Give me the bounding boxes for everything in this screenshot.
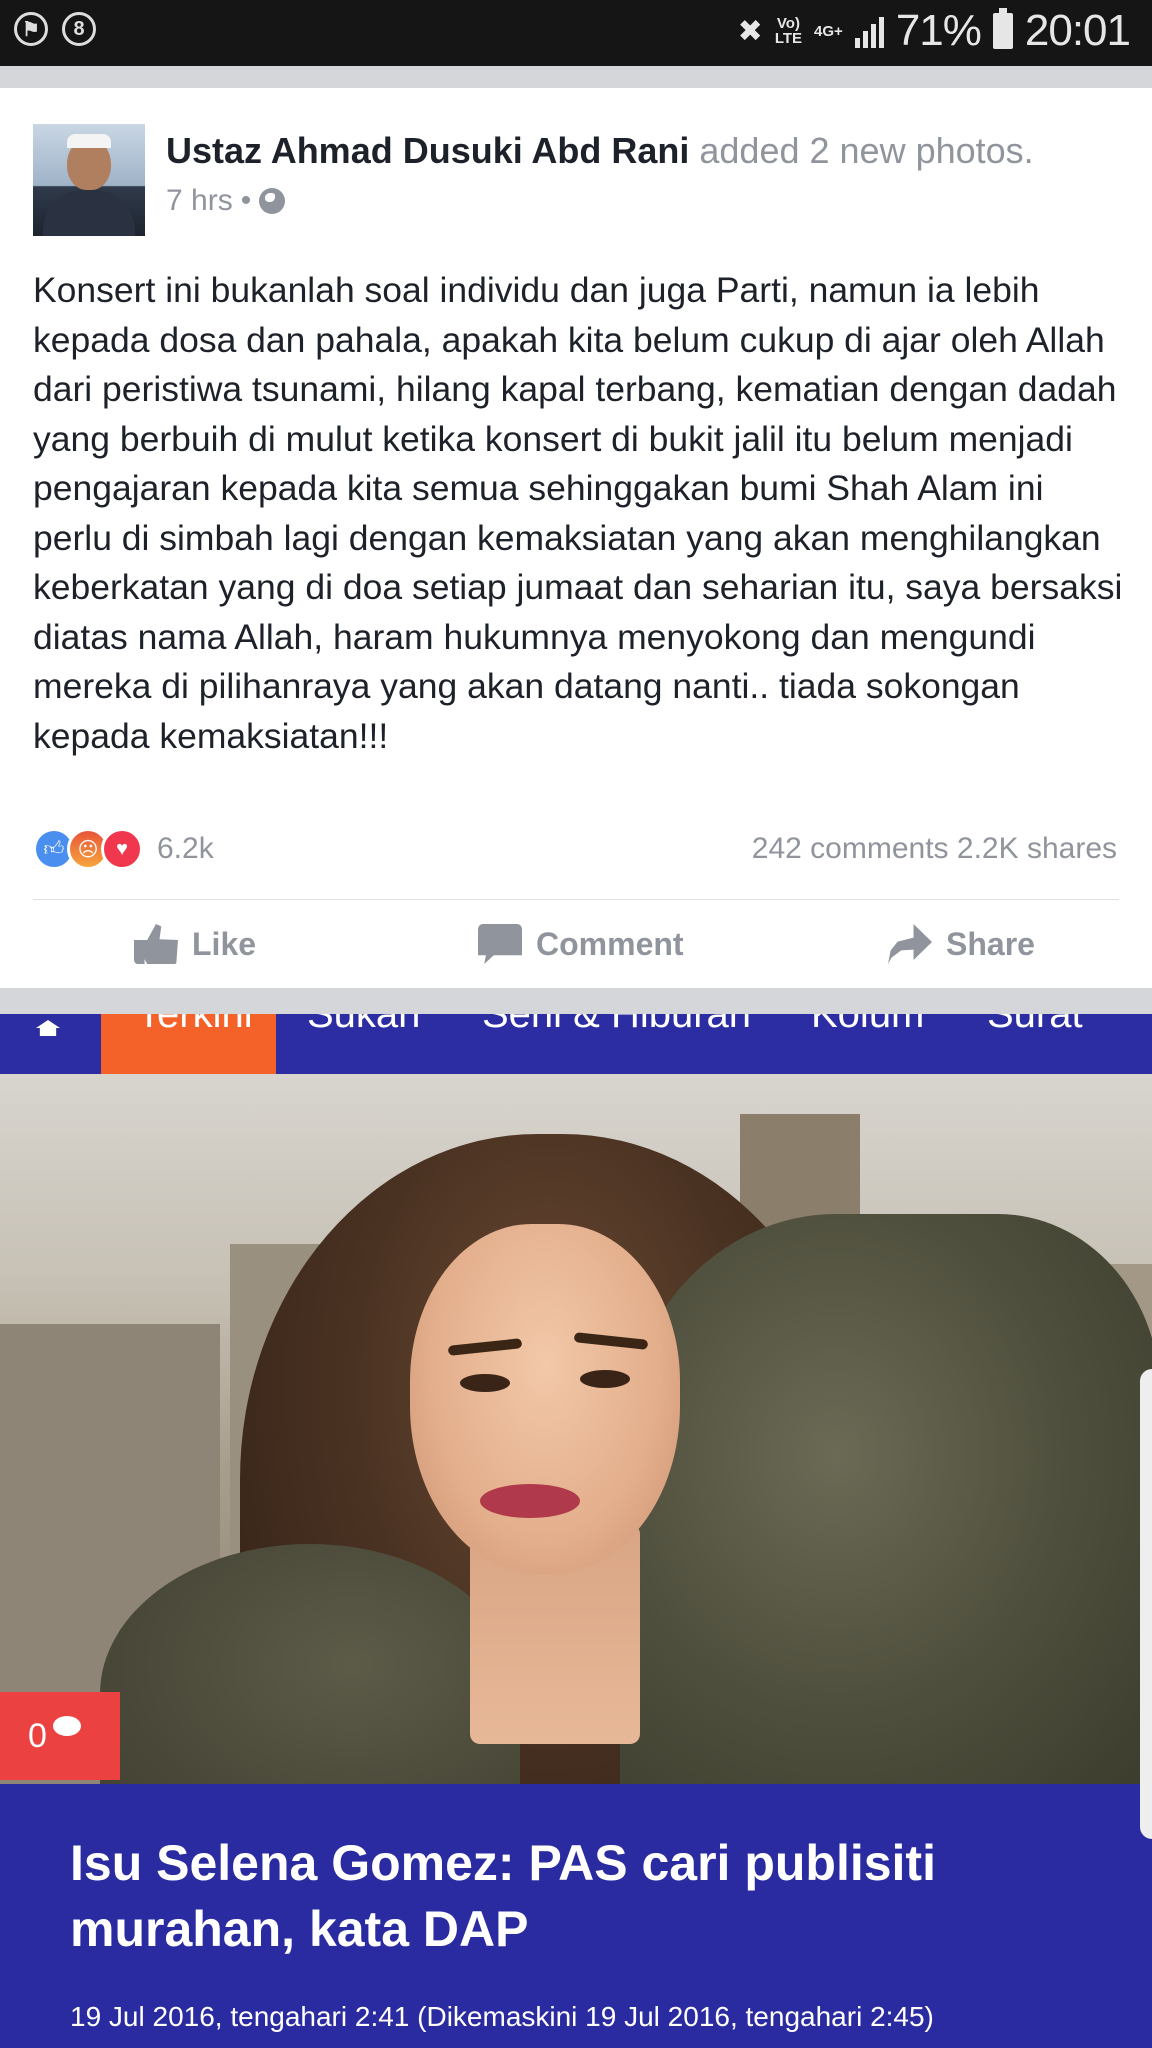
share-arrow-icon (888, 924, 932, 964)
nav-item-sukan: Sukan (307, 1014, 421, 1036)
feed-separator (0, 66, 1152, 88)
comment-count-link[interactable]: 242 comments (752, 832, 949, 865)
article-dateline: 19 Jul 2016, tengahari 2:41 (Dikemaskini… (70, 2001, 934, 2032)
shield-notification-icon: ⚑ (14, 12, 48, 46)
post-action-text: added 2 new photos. (689, 130, 1034, 171)
post-actions-bar: Like Comment Share (0, 900, 1152, 988)
status-bar: ⚑ 8 ✖ Vo) LTE 4G+ 71% 20:01 (0, 0, 1152, 66)
status-right-icons: ✖ Vo) LTE 4G+ 71% 20:01 (737, 6, 1131, 56)
post-stats: 242 comments 2.2K shares (752, 828, 1117, 870)
post-card: Ustaz Ahmad Dusuki Abd Rani added 2 new … (0, 88, 1152, 988)
battery-icon (992, 8, 1013, 49)
post-body: Konsert ini bukanlah soal individu dan j… (33, 270, 1123, 756)
author-name-link[interactable]: Ustaz Ahmad Dusuki Abd Rani (166, 130, 689, 171)
post-meta: 7 hrs • (166, 184, 286, 218)
comment-label: Comment (536, 925, 684, 962)
article-nav-bar: Terkini Sukan Seni & Hiburan Kolum Surat (0, 1014, 1152, 1074)
home-icon (36, 1020, 60, 1036)
article-comment-count: 0 (28, 1716, 47, 1755)
nav-item-seni: Seni & Hiburan (482, 1014, 752, 1036)
post-header: Ustaz Ahmad Dusuki Abd Rani added 2 new … (166, 130, 1034, 172)
article-headline: Isu Selena Gomez: PAS cari publisiti mur… (70, 1835, 936, 1957)
meta-dot: • (240, 184, 252, 217)
badge-notification-icon: 8 (62, 12, 96, 46)
comment-bubble-icon (478, 924, 522, 964)
like-label: Like (192, 925, 257, 962)
comment-button[interactable]: Comment (478, 900, 684, 988)
post-timestamp[interactable]: 7 hrs (166, 184, 233, 218)
nav-item-kolum: Kolum (811, 1014, 925, 1036)
love-reaction-icon: ♥ (101, 828, 143, 870)
battery-percent: 71% (895, 6, 982, 55)
article-photo (0, 1074, 1152, 1784)
speech-bubble-icon (52, 1716, 81, 1736)
scroll-edge (1140, 1369, 1152, 1839)
share-button[interactable]: Share (888, 900, 1035, 988)
globe-icon (259, 188, 286, 214)
signal-icon (854, 14, 884, 48)
volte-indicator: Vo) LTE (774, 15, 803, 47)
share-count-link[interactable]: 2.2K shares (957, 832, 1117, 865)
status-left-icons: ⚑ 8 (14, 12, 96, 46)
lips (480, 1484, 580, 1518)
clock: 20:01 (1024, 6, 1131, 55)
nav-item-terkini: Terkini (137, 1014, 253, 1036)
thumbs-up-icon (134, 924, 178, 964)
like-button[interactable]: Like (134, 900, 256, 988)
post-photo[interactable]: Terkini Sukan Seni & Hiburan Kolum Surat… (0, 1014, 1152, 2048)
nav-item-surat: Surat (987, 1014, 1083, 1036)
mute-icon: ✖ (737, 14, 763, 48)
share-label: Share (946, 925, 1035, 962)
author-avatar[interactable] (33, 124, 145, 236)
reaction-count: 6.2k (157, 832, 214, 865)
photo-separator (0, 988, 1152, 1014)
reactions-summary[interactable]: 👍︎ ☹ ♥ 6.2k (33, 828, 214, 870)
comment-count-badge: 0 (0, 1692, 120, 1780)
data-type-indicator: 4G+ (814, 22, 843, 40)
